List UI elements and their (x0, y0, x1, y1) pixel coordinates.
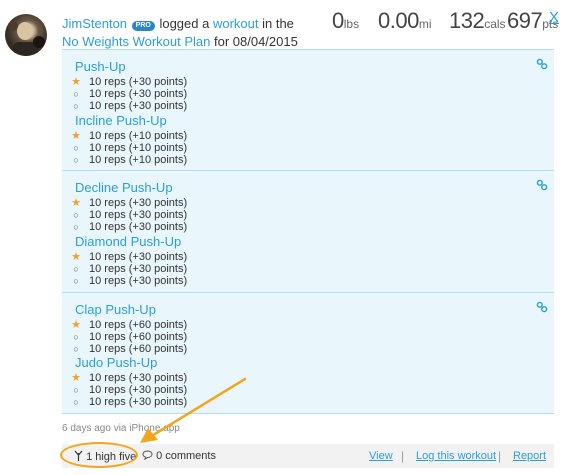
circle-icon: ○ (73, 89, 79, 99)
activity-date: for 08/04/2015 (210, 34, 298, 49)
circle-icon: ○ (73, 101, 79, 111)
set-row: ★ 10 reps (+30 points) (71, 197, 188, 209)
set-row: ○ 10 reps (+60 points) (73, 331, 187, 343)
set-row: ○ 10 reps (+30 points) (73, 100, 187, 112)
circle-icon: ○ (73, 397, 79, 407)
set-row: ★ 10 reps (+30 points) (71, 76, 188, 88)
set-row: ★ 10 reps (+10 points) (71, 130, 188, 142)
exercise-block: Judo Push-Up ★ 10 reps (+30 points) ○ 10 r… (71, 355, 188, 408)
set-row: ★ 10 reps (+30 points) (71, 372, 188, 384)
star-icon: ★ (71, 319, 81, 331)
circle-icon: ○ (73, 155, 79, 165)
set-row: ○ 10 reps (+30 points) (73, 209, 187, 221)
set-row: ○ 10 reps (+30 points) (73, 275, 187, 287)
exercise-block: Diamond Push-Up ★ 10 reps (+30 points) ○ 1… (71, 234, 188, 287)
activity-text: logged a (155, 16, 213, 31)
star-icon: ★ (71, 251, 81, 263)
stat-distance: 0.00mi (378, 8, 432, 33)
set-row: ○ 10 reps (+30 points) (73, 384, 187, 396)
exercise-title[interactable]: Decline Push-Up (75, 180, 187, 196)
stat-calories: 132cals (449, 8, 506, 33)
circle-icon: ○ (73, 143, 79, 153)
set-row: ○ 10 reps (+60 points) (73, 343, 187, 355)
exercise-panel: Push-Up ★ 10 reps (+30 points) ○ 10 reps (… (62, 49, 554, 171)
log-workout-link[interactable]: Log this workout (416, 450, 496, 462)
separator: | (401, 449, 405, 463)
set-row: ○ 10 reps (+10 points) (73, 142, 187, 154)
star-icon: ★ (71, 197, 81, 209)
report-link[interactable]: Report (513, 450, 546, 462)
pro-badge: PRO (131, 21, 155, 31)
exercise-title[interactable]: Clap Push-Up (75, 302, 187, 318)
exercise-block: Push-Up ★ 10 reps (+30 points) ○ 10 reps (… (71, 59, 188, 112)
exercise-panel: Clap Push-Up ★ 10 reps (+60 points) ○ 10 r… (62, 293, 554, 414)
comment-bubble-icon (142, 450, 153, 461)
exercise-title[interactable]: Incline Push-Up (75, 113, 187, 129)
annotation-ellipse (60, 442, 138, 468)
link-icon[interactable] (536, 178, 548, 191)
user-link[interactable]: JimStenton (62, 16, 127, 31)
set-row: ○ 10 reps (+30 points) (73, 263, 187, 275)
exercise-title[interactable]: Judo Push-Up (75, 355, 187, 371)
view-link[interactable]: View (369, 450, 393, 462)
set-row: ○ 10 reps (+30 points) (73, 88, 187, 100)
set-row: ★ 10 reps (+60 points) (71, 319, 188, 331)
set-row: ○ 10 reps (+10 points) (73, 154, 187, 166)
workout-stats: 0lbs 0.00mi 132cals 697pts (330, 8, 566, 38)
workout-link[interactable]: workout (213, 16, 259, 31)
set-row: ★ 10 reps (+30 points) (71, 251, 188, 263)
post-timestamp: 6 days ago via iPhone app (62, 423, 180, 434)
plan-link[interactable]: No Weights Workout Plan (62, 34, 210, 49)
star-icon: ★ (71, 372, 81, 384)
circle-icon: ○ (73, 210, 79, 220)
set-row: ○ 10 reps (+30 points) (73, 221, 187, 233)
exercise-block: Incline Push-Up ★ 10 reps (+10 points) ○ 1… (71, 113, 188, 166)
circle-icon: ○ (73, 344, 79, 354)
avatar[interactable] (5, 14, 47, 56)
separator: | (498, 449, 502, 463)
circle-icon: ○ (73, 276, 79, 286)
exercise-panel: Decline Push-Up ★ 10 reps (+30 points) ○ 1… (62, 171, 554, 293)
exercise-title[interactable]: Push-Up (75, 59, 187, 75)
close-button[interactable]: X (549, 9, 559, 26)
activity-header: JimStenton PRO logged a workout in the N… (62, 15, 312, 51)
comments-button[interactable]: 0 comments (142, 450, 216, 462)
circle-icon: ○ (73, 222, 79, 232)
set-row: ○ 10 reps (+30 points) (73, 396, 187, 408)
exercise-title[interactable]: Diamond Push-Up (75, 234, 187, 250)
stat-weight: 0lbs (332, 8, 360, 33)
comments-label: 0 comments (156, 450, 216, 462)
link-icon[interactable] (536, 300, 548, 313)
star-icon: ★ (71, 76, 81, 88)
circle-icon: ○ (73, 264, 79, 274)
exercise-block: Decline Push-Up ★ 10 reps (+30 points) ○ 1… (71, 180, 188, 233)
exercise-block: Clap Push-Up ★ 10 reps (+60 points) ○ 10 r… (71, 302, 188, 355)
circle-icon: ○ (73, 332, 79, 342)
link-icon[interactable] (536, 57, 548, 70)
circle-icon: ○ (73, 385, 79, 395)
activity-text-in: in the (258, 16, 294, 31)
star-icon: ★ (71, 130, 81, 142)
